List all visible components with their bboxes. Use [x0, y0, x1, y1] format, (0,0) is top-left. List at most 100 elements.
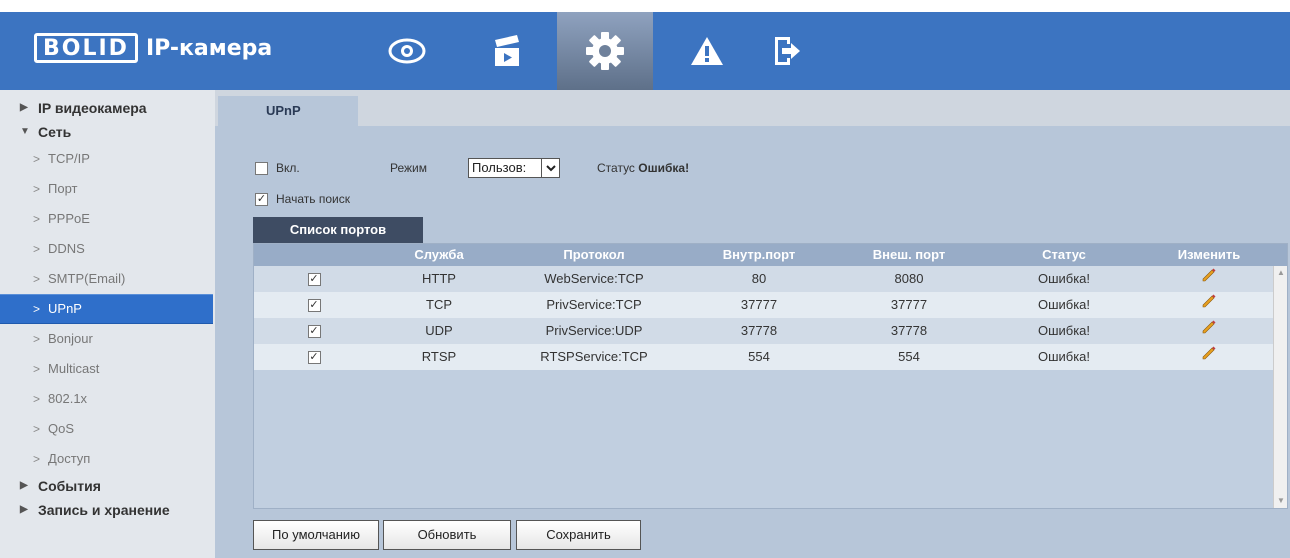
chevron-right-icon: > — [33, 212, 41, 226]
sidebar-item-tcpip[interactable]: > TCP/IP — [0, 144, 215, 174]
row-checkbox[interactable]: ✓ — [307, 299, 321, 313]
sidebar-item-bonjour[interactable]: > Bonjour — [0, 324, 215, 354]
sidebar-group-label: События — [38, 478, 101, 494]
cell-status: Ошибка! — [1037, 297, 1091, 312]
pencil-icon[interactable] — [1201, 320, 1217, 338]
content-panel: UPnP Вкл. Режим Пользов: Статус Ошибка! … — [215, 90, 1290, 558]
cell-service: RTSP — [421, 349, 457, 364]
chevron-right-icon: > — [33, 392, 41, 406]
port-table: Служба Протокол Внутр.порт Внеш. порт Ст… — [253, 243, 1288, 509]
live-view-button[interactable] — [372, 12, 442, 90]
cell-status: Ошибка! — [1037, 323, 1091, 338]
sidebar-item-multicast[interactable]: > Multicast — [0, 354, 215, 384]
port-list-tab[interactable]: Список портов — [253, 217, 423, 243]
refresh-button[interactable]: Обновить — [383, 520, 511, 550]
enable-label: Вкл. — [276, 161, 300, 175]
chevron-right-icon: > — [33, 452, 41, 466]
sidebar-group-label: Запись и хранение — [38, 502, 170, 518]
row-checkbox[interactable]: ✓ — [307, 273, 321, 287]
cell-service: UDP — [425, 323, 453, 338]
row-checkbox[interactable]: ✓ — [307, 351, 321, 365]
col-status: Статус — [1042, 247, 1086, 262]
clapperboard-icon — [495, 35, 519, 66]
eye-icon — [388, 38, 426, 64]
sidebar-item-label: Bonjour — [48, 331, 93, 346]
cell-external-port: 8080 — [894, 271, 924, 286]
alarm-button[interactable] — [672, 12, 742, 90]
collapsed-triangle-icon: ▶ — [20, 102, 28, 113]
col-external-port: Внеш. порт — [872, 247, 946, 262]
pencil-icon[interactable] — [1201, 268, 1217, 286]
sidebar-item-label: Доступ — [48, 451, 91, 466]
mode-select[interactable]: Пользов: — [468, 158, 560, 178]
cell-internal-port: 554 — [748, 349, 770, 364]
table-row: ✓ RTSP RTSPService:TCP 554 554 Ошибка! — [254, 344, 1287, 370]
col-service: Служба — [414, 247, 464, 262]
logout-icon — [775, 37, 800, 65]
chevron-right-icon: > — [33, 182, 41, 196]
sidebar-item-ddns[interactable]: > DDNS — [0, 234, 215, 264]
logo-mark: BOLID — [34, 33, 138, 63]
chevron-right-icon: > — [33, 362, 41, 376]
header: BOLID IP-камера — [0, 0, 1290, 90]
sidebar-item-label: 802.1x — [48, 391, 88, 406]
cell-internal-port: 37778 — [740, 323, 778, 338]
cell-protocol: PrivService:UDP — [545, 323, 643, 338]
sidebar-item-8021x[interactable]: >802.1x — [0, 384, 215, 414]
sidebar-item-upnp[interactable]: > UPnP — [0, 294, 213, 324]
sidebar-item-label: SMTP(Email) — [48, 271, 126, 286]
mode-select-value: Пользов: — [472, 160, 527, 175]
sidebar-item-label: Порт — [48, 181, 78, 196]
logo: BOLID IP-камера — [34, 31, 272, 65]
scroll-up-icon[interactable]: ▲ — [1274, 266, 1288, 280]
sidebar-item-port[interactable]: > Порт — [0, 174, 215, 204]
pencil-icon[interactable] — [1201, 294, 1217, 312]
cell-protocol: RTSPService:TCP — [540, 349, 648, 364]
enable-checkbox[interactable] — [255, 161, 268, 175]
expanded-triangle-icon: ▼ — [20, 126, 30, 137]
row-checkbox[interactable]: ✓ — [307, 325, 321, 339]
status-label: Статус — [597, 161, 635, 175]
table-scrollbar[interactable]: ▲ ▼ — [1273, 266, 1287, 508]
sidebar-item-label: QoS — [48, 421, 75, 436]
sidebar-item-label: Multicast — [48, 361, 100, 376]
settings-button[interactable] — [557, 12, 653, 90]
search-label: Начать поиск — [276, 192, 350, 206]
sidebar-group-network[interactable]: ▼ Сеть — [0, 120, 215, 144]
col-internal-port: Внутр.порт — [722, 247, 796, 262]
status-value: Ошибка! — [638, 161, 690, 175]
warning-icon — [691, 37, 723, 65]
search-checkbox[interactable]: ✓ — [255, 192, 268, 206]
chevron-right-icon: > — [33, 272, 41, 286]
sidebar-group-camera[interactable]: ▶ IP видеокамера — [0, 96, 215, 120]
cell-service: HTTP — [422, 271, 456, 286]
sidebar-item-qos[interactable]: > QoS — [0, 414, 215, 444]
logout-button[interactable] — [752, 12, 822, 90]
sidebar-group-label: Сеть — [38, 124, 72, 140]
pencil-icon[interactable] — [1201, 346, 1217, 364]
tab-strip: UPnP — [215, 90, 1290, 126]
cell-status: Ошибка! — [1037, 271, 1091, 286]
chevron-right-icon: > — [33, 242, 41, 256]
chevron-right-icon: > — [33, 332, 41, 346]
sidebar-item-label: PPPoE — [48, 211, 90, 226]
playback-button[interactable] — [472, 12, 542, 90]
sidebar-item-pppoe[interactable]: > PPPoE — [0, 204, 215, 234]
scroll-down-icon[interactable]: ▼ — [1274, 494, 1288, 508]
cell-service: TCP — [426, 297, 452, 312]
search-row: ✓ Начать поиск — [255, 191, 350, 207]
cell-external-port: 37778 — [890, 323, 928, 338]
col-protocol: Протокол — [563, 247, 625, 262]
sidebar-group-events[interactable]: ▶ События — [0, 474, 215, 498]
sidebar-item-smtp[interactable]: > SMTP(Email) — [0, 264, 215, 294]
save-button[interactable]: Сохранить — [516, 520, 641, 550]
chevron-right-icon: > — [33, 152, 41, 166]
tab-upnp[interactable]: UPnP — [218, 96, 358, 126]
cell-external-port: 554 — [898, 349, 920, 364]
mode-label: Режим — [390, 161, 427, 175]
app-title: IP-камера — [145, 35, 273, 61]
sidebar-group-storage[interactable]: ▶ Запись и хранение — [0, 498, 215, 522]
default-button[interactable]: По умолчанию — [253, 520, 379, 550]
chevron-right-icon: > — [33, 422, 41, 436]
sidebar-item-access[interactable]: > Доступ — [0, 444, 215, 474]
